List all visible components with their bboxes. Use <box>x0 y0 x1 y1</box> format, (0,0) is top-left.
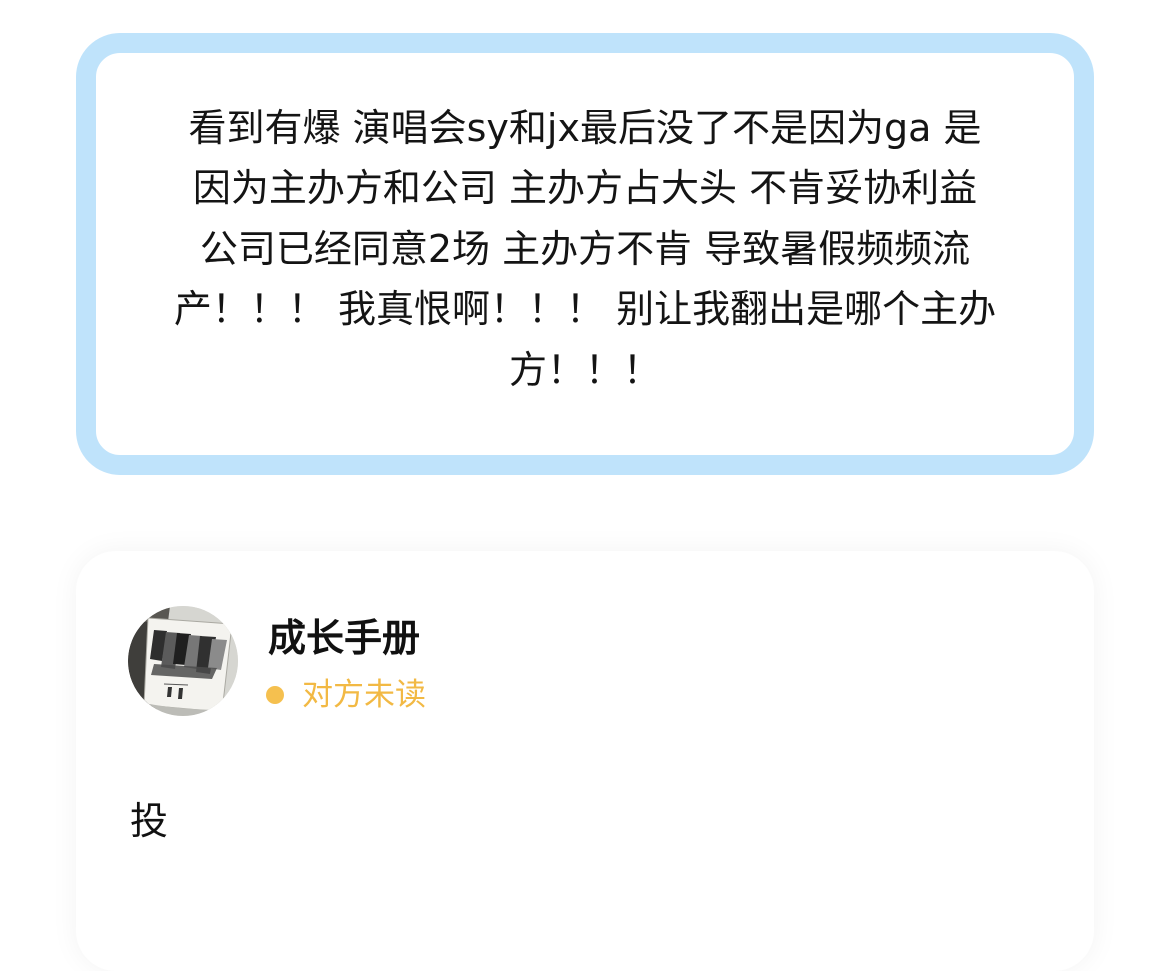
sender-name[interactable]: 成长手册 <box>268 612 420 664</box>
sender-avatar[interactable] <box>128 606 238 716</box>
read-status: 对方未读 <box>266 672 426 718</box>
post-text: 看到有爆 演唱会sy和jx最后没了不是因为ga 是 因为主办方和公司 主办方占大… <box>173 105 997 392</box>
unread-dot-icon <box>266 686 284 704</box>
book-cover-avatar-icon <box>128 606 238 716</box>
read-status-text: 对方未读 <box>302 677 426 713</box>
message-body: 投 <box>130 799 169 843</box>
post-quote-card: 看到有爆 演唱会sy和jx最后没了不是因为ga 是 因为主办方和公司 主办方占大… <box>76 33 1094 475</box>
message-card[interactable] <box>76 551 1094 971</box>
